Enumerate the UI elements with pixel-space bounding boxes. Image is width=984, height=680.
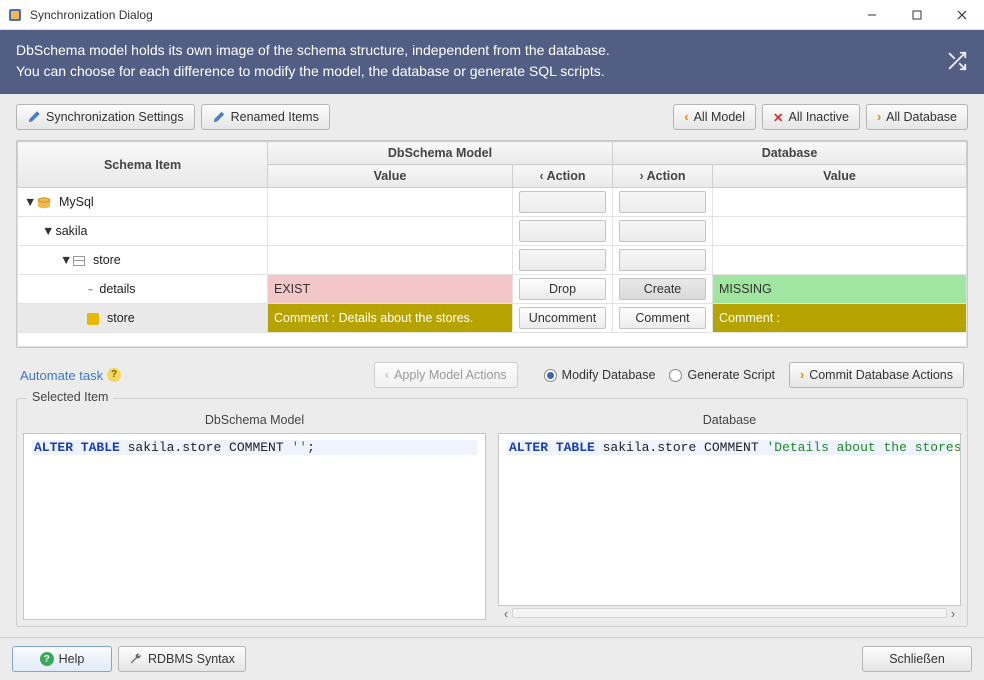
- all-database-label: All Database: [886, 110, 957, 124]
- modify-database-radio[interactable]: Modify Database: [544, 368, 656, 382]
- shuffle-icon: [946, 50, 968, 72]
- comment-button[interactable]: Comment: [619, 307, 706, 329]
- x-icon: ✕: [773, 110, 783, 125]
- dots-icon: ∙∙∙: [87, 282, 91, 296]
- sql-right[interactable]: ALTER TABLE sakila.store COMMENT 'Detail…: [498, 433, 961, 606]
- dialog-close-button[interactable]: Schließen: [862, 646, 972, 672]
- tree-label: MySql: [59, 195, 94, 209]
- chevron-left-icon: ‹: [385, 368, 389, 382]
- wrench-icon: [129, 652, 143, 666]
- drop-button[interactable]: Drop: [519, 278, 606, 300]
- rdbms-label: RDBMS Syntax: [148, 652, 235, 666]
- col-schema-item: Schema Item: [18, 142, 268, 188]
- table-icon: [73, 256, 85, 266]
- minimize-button[interactable]: [849, 0, 894, 30]
- selected-item-legend: Selected Item: [27, 390, 113, 404]
- banner-line2: You can choose for each difference to mo…: [16, 61, 946, 82]
- empty-action[interactable]: [519, 220, 606, 242]
- db-value: Comment :: [713, 304, 967, 333]
- close-label: Schließen: [889, 652, 945, 666]
- renamed-items-button[interactable]: Renamed Items: [201, 104, 330, 130]
- maximize-button[interactable]: [894, 0, 939, 30]
- col-db-value: Value: [713, 165, 967, 188]
- tree-label: store: [107, 311, 135, 325]
- generate-script-radio[interactable]: Generate Script: [669, 368, 775, 382]
- info-banner: DbSchema model holds its own image of th…: [0, 30, 984, 94]
- col-model-group: DbSchema Model: [268, 142, 613, 165]
- tree-row-details[interactable]: ∙∙∙ details EXIST Drop Create MISSING: [18, 275, 967, 304]
- uncomment-button[interactable]: Uncomment: [519, 307, 606, 329]
- modify-db-label: Modify Database: [562, 368, 656, 382]
- empty-action[interactable]: [519, 191, 606, 213]
- close-button[interactable]: [939, 0, 984, 30]
- apply-model-label: Apply Model Actions: [394, 368, 507, 382]
- db-value: MISSING: [713, 275, 967, 304]
- banner-line1: DbSchema model holds its own image of th…: [16, 40, 946, 61]
- all-model-label: All Model: [694, 110, 745, 124]
- horizontal-scrollbar[interactable]: ‹›: [498, 606, 961, 620]
- model-value: Comment : Details about the stores.: [268, 304, 513, 333]
- empty-action[interactable]: [619, 220, 706, 242]
- col-db-group: Database: [613, 142, 967, 165]
- col-model-value: Value: [268, 165, 513, 188]
- empty-action[interactable]: [619, 249, 706, 271]
- sync-settings-button[interactable]: Synchronization Settings: [16, 104, 195, 130]
- commit-db-actions-button[interactable]: › Commit Database Actions: [789, 362, 964, 388]
- automate-task-link[interactable]: Automate task: [20, 368, 103, 383]
- all-inactive-label: All Inactive: [789, 110, 849, 124]
- selected-left-title: DbSchema Model: [23, 413, 486, 427]
- chevron-left-icon: ‹: [684, 110, 688, 124]
- pencil-icon: [27, 110, 41, 124]
- commit-db-label: Commit Database Actions: [809, 368, 953, 382]
- selected-right-title: Database: [498, 413, 961, 427]
- window-title: Synchronization Dialog: [30, 8, 849, 22]
- tree-row-store-leaf[interactable]: store Comment : Details about the stores…: [18, 304, 967, 333]
- pencil-icon: [212, 110, 226, 124]
- help-label: Help: [59, 652, 85, 666]
- sql-left[interactable]: ALTER TABLE sakila.store COMMENT '';: [23, 433, 486, 620]
- bottom-bar: ? Help RDBMS Syntax Schließen: [0, 637, 984, 680]
- all-database-button[interactable]: › All Database: [866, 104, 968, 130]
- comment-icon: [87, 313, 99, 325]
- database-icon: [37, 197, 51, 209]
- col-model-action: ‹ Action: [513, 165, 613, 188]
- empty-action[interactable]: [619, 191, 706, 213]
- tree-row-sakila[interactable]: ▼ sakila: [18, 217, 967, 246]
- empty-action[interactable]: [519, 249, 606, 271]
- generate-script-label: Generate Script: [687, 368, 775, 382]
- tree-label: details: [99, 282, 135, 296]
- all-model-button[interactable]: ‹ All Model: [673, 104, 756, 130]
- apply-model-actions-button[interactable]: ‹ Apply Model Actions: [374, 362, 518, 388]
- chevron-right-icon: ›: [877, 110, 881, 124]
- help-hint-icon[interactable]: ?: [107, 368, 121, 382]
- col-db-action: › Action: [613, 165, 713, 188]
- model-value: EXIST: [268, 275, 513, 304]
- renamed-items-label: Renamed Items: [231, 110, 319, 124]
- tree-label: sakila: [55, 224, 87, 238]
- app-icon: [7, 7, 23, 23]
- selected-item-panel: Selected Item DbSchema Model ALTER TABLE…: [16, 398, 968, 627]
- all-inactive-button[interactable]: ✕ All Inactive: [762, 104, 860, 130]
- create-button[interactable]: Create: [619, 278, 706, 300]
- tree-label: store: [93, 253, 121, 267]
- titlebar: Synchronization Dialog: [0, 0, 984, 30]
- help-button[interactable]: ? Help: [12, 646, 112, 672]
- rdbms-syntax-button[interactable]: RDBMS Syntax: [118, 646, 246, 672]
- tree-row-store[interactable]: ▼ store: [18, 246, 967, 275]
- sync-table: Schema Item DbSchema Model Database Valu…: [16, 140, 968, 348]
- tree-row-mysql[interactable]: ▼ MySql: [18, 188, 967, 217]
- help-icon: ?: [40, 652, 54, 666]
- sync-settings-label: Synchronization Settings: [46, 110, 184, 124]
- chevron-right-icon: ›: [800, 368, 804, 382]
